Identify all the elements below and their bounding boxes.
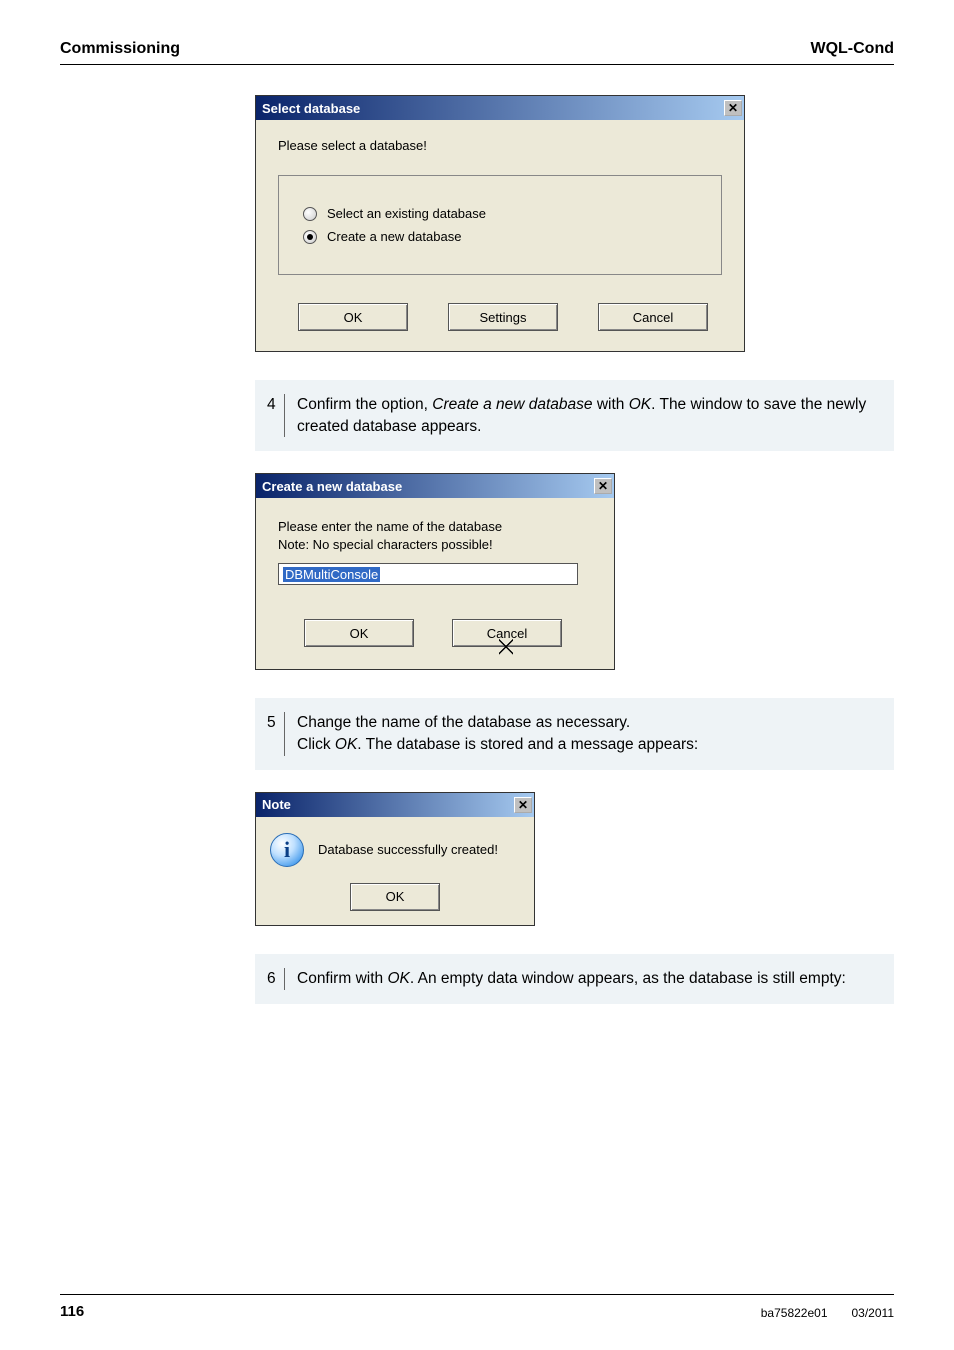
step5-line1: Change the name of the database as neces… bbox=[297, 712, 882, 734]
step6-em: OK bbox=[387, 970, 409, 987]
radio-existing-label: Select an existing database bbox=[327, 206, 486, 221]
step4-b: with bbox=[593, 396, 629, 413]
footer-date: 03/2011 bbox=[852, 1306, 895, 1320]
select-db-prompt: Please select a database! bbox=[278, 138, 722, 153]
ok-button[interactable]: OK bbox=[304, 619, 414, 647]
close-icon[interactable]: ✕ bbox=[724, 100, 742, 116]
step-5: 5 Change the name of the database as nec… bbox=[255, 698, 894, 769]
create-db-prompt: Please enter the name of the database No… bbox=[278, 518, 592, 553]
ok-button[interactable]: OK bbox=[298, 303, 408, 331]
cancel-button[interactable]: Cancel bbox=[598, 303, 708, 331]
header-right: WQL-Cond bbox=[810, 40, 894, 58]
step-number: 5 bbox=[267, 712, 285, 755]
step4-a: Confirm the option, bbox=[297, 396, 432, 413]
step-number: 4 bbox=[267, 394, 285, 437]
titlebar: Note ✕ bbox=[256, 793, 534, 817]
info-icon: i bbox=[270, 833, 304, 867]
settings-button[interactable]: Settings bbox=[448, 303, 558, 331]
radio-icon bbox=[303, 230, 317, 244]
step-6: 6 Confirm with OK. An empty data window … bbox=[255, 954, 894, 1004]
dialog-title: Create a new database bbox=[262, 479, 594, 494]
ok-button[interactable]: OK bbox=[350, 883, 440, 911]
step4-em1: Create a new database bbox=[432, 396, 592, 413]
close-icon[interactable]: ✕ bbox=[594, 478, 612, 494]
step5-line2b: . The database is stored and a message a… bbox=[357, 736, 698, 753]
titlebar: Select database ✕ bbox=[256, 96, 744, 120]
footer-doc: ba75822e01 bbox=[761, 1306, 828, 1320]
titlebar: Create a new database ✕ bbox=[256, 474, 614, 498]
header-left: Commissioning bbox=[60, 40, 180, 58]
dialog-title: Note bbox=[262, 797, 514, 812]
step6-b: . An empty data window appears, as the d… bbox=[410, 970, 846, 987]
dialog-create-database: Create a new database ✕ Please enter the… bbox=[255, 473, 615, 670]
page-footer: 116 ba75822e01 03/2011 bbox=[60, 1294, 894, 1320]
page-number: 116 bbox=[60, 1303, 84, 1320]
close-icon[interactable]: ✕ bbox=[514, 797, 532, 813]
dialog-title: Select database bbox=[262, 101, 724, 116]
dialog-select-database: Select database ✕ Please select a databa… bbox=[255, 95, 745, 352]
cancel-button[interactable]: Cancel bbox=[452, 619, 562, 647]
radio-create-label: Create a new database bbox=[327, 229, 461, 244]
step6-a: Confirm with bbox=[297, 970, 387, 987]
step-4: 4 Confirm the option, Create a new datab… bbox=[255, 380, 894, 451]
radio-icon bbox=[303, 207, 317, 221]
step-number: 6 bbox=[267, 968, 285, 990]
database-name-input[interactable]: DBMultiConsole bbox=[278, 563, 578, 585]
radio-group: Select an existing database Create a new… bbox=[278, 175, 722, 275]
page-header: Commissioning WQL-Cond bbox=[60, 40, 894, 65]
radio-create[interactable]: Create a new database bbox=[303, 229, 697, 244]
note-message: Database successfully created! bbox=[318, 842, 498, 857]
step5-em: OK bbox=[335, 736, 357, 753]
dialog-note: Note ✕ i Database successfully created! … bbox=[255, 792, 535, 926]
step5-line2a: Click bbox=[297, 736, 335, 753]
radio-existing[interactable]: Select an existing database bbox=[303, 206, 697, 221]
step4-em2: OK bbox=[629, 396, 651, 413]
